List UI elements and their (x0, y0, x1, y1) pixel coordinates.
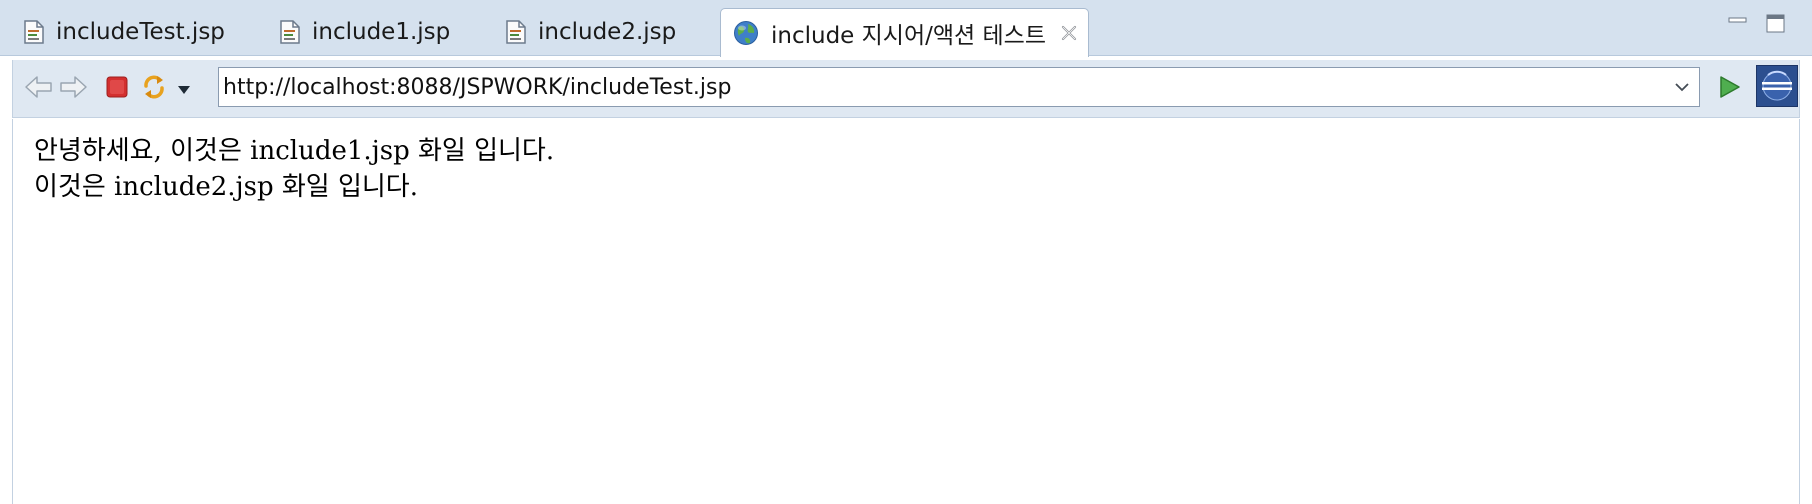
forward-button[interactable] (57, 73, 89, 105)
go-button[interactable] (1713, 73, 1745, 105)
play-go-icon (1716, 74, 1742, 104)
eclipse-browser-icon (1756, 65, 1798, 111)
back-arrow-icon (24, 75, 54, 103)
jsp-file-icon (24, 20, 44, 44)
forward-arrow-icon (58, 75, 88, 103)
url-dropdown-chevron-icon[interactable] (1671, 76, 1693, 98)
minimize-icon[interactable] (1728, 14, 1748, 26)
tab-label: includeTest.jsp (56, 19, 225, 45)
browser-toolbar (12, 60, 1800, 118)
tab-label: include 지시어/액션 테스트 (771, 23, 1046, 49)
internal-browser-button[interactable] (1755, 65, 1799, 111)
tab-label: include2.jsp (538, 19, 677, 45)
tab-include2-jsp[interactable]: include2.jsp (506, 8, 676, 56)
browser-window: includeTest.jsp include1.jsp include2.js… (0, 0, 1812, 504)
refresh-button[interactable] (138, 73, 170, 105)
editor-tab-bar: includeTest.jsp include1.jsp include2.js… (0, 0, 1812, 57)
stop-icon (105, 75, 129, 103)
jsp-file-icon (280, 20, 300, 44)
address-bar[interactable] (218, 67, 1700, 107)
tab-include-test-page[interactable]: include 지시어/액션 테스트 (720, 8, 1089, 57)
refresh-icon (139, 72, 169, 106)
content-line: 안녕하세요, 이것은 include1.jsp 화일 입니다. (34, 136, 555, 166)
tab-include1-jsp[interactable]: include1.jsp (280, 8, 450, 56)
url-input[interactable] (219, 69, 1653, 105)
stop-button[interactable] (101, 73, 133, 105)
jsp-file-icon (506, 20, 526, 44)
tab-label: include1.jsp (312, 19, 451, 45)
globe-icon (733, 20, 759, 46)
close-icon[interactable] (1060, 24, 1078, 42)
maximize-icon[interactable] (1766, 14, 1786, 34)
refresh-menu-button[interactable] (173, 73, 195, 105)
chevron-down-icon (177, 80, 191, 99)
back-button[interactable] (23, 73, 55, 105)
content-line: 이것은 include2.jsp 화일 입니다. (34, 172, 418, 202)
tab-includetest-jsp[interactable]: includeTest.jsp (24, 8, 225, 56)
page-content: 안녕하세요, 이것은 include1.jsp 화일 입니다. 이것은 incl… (12, 119, 1800, 504)
